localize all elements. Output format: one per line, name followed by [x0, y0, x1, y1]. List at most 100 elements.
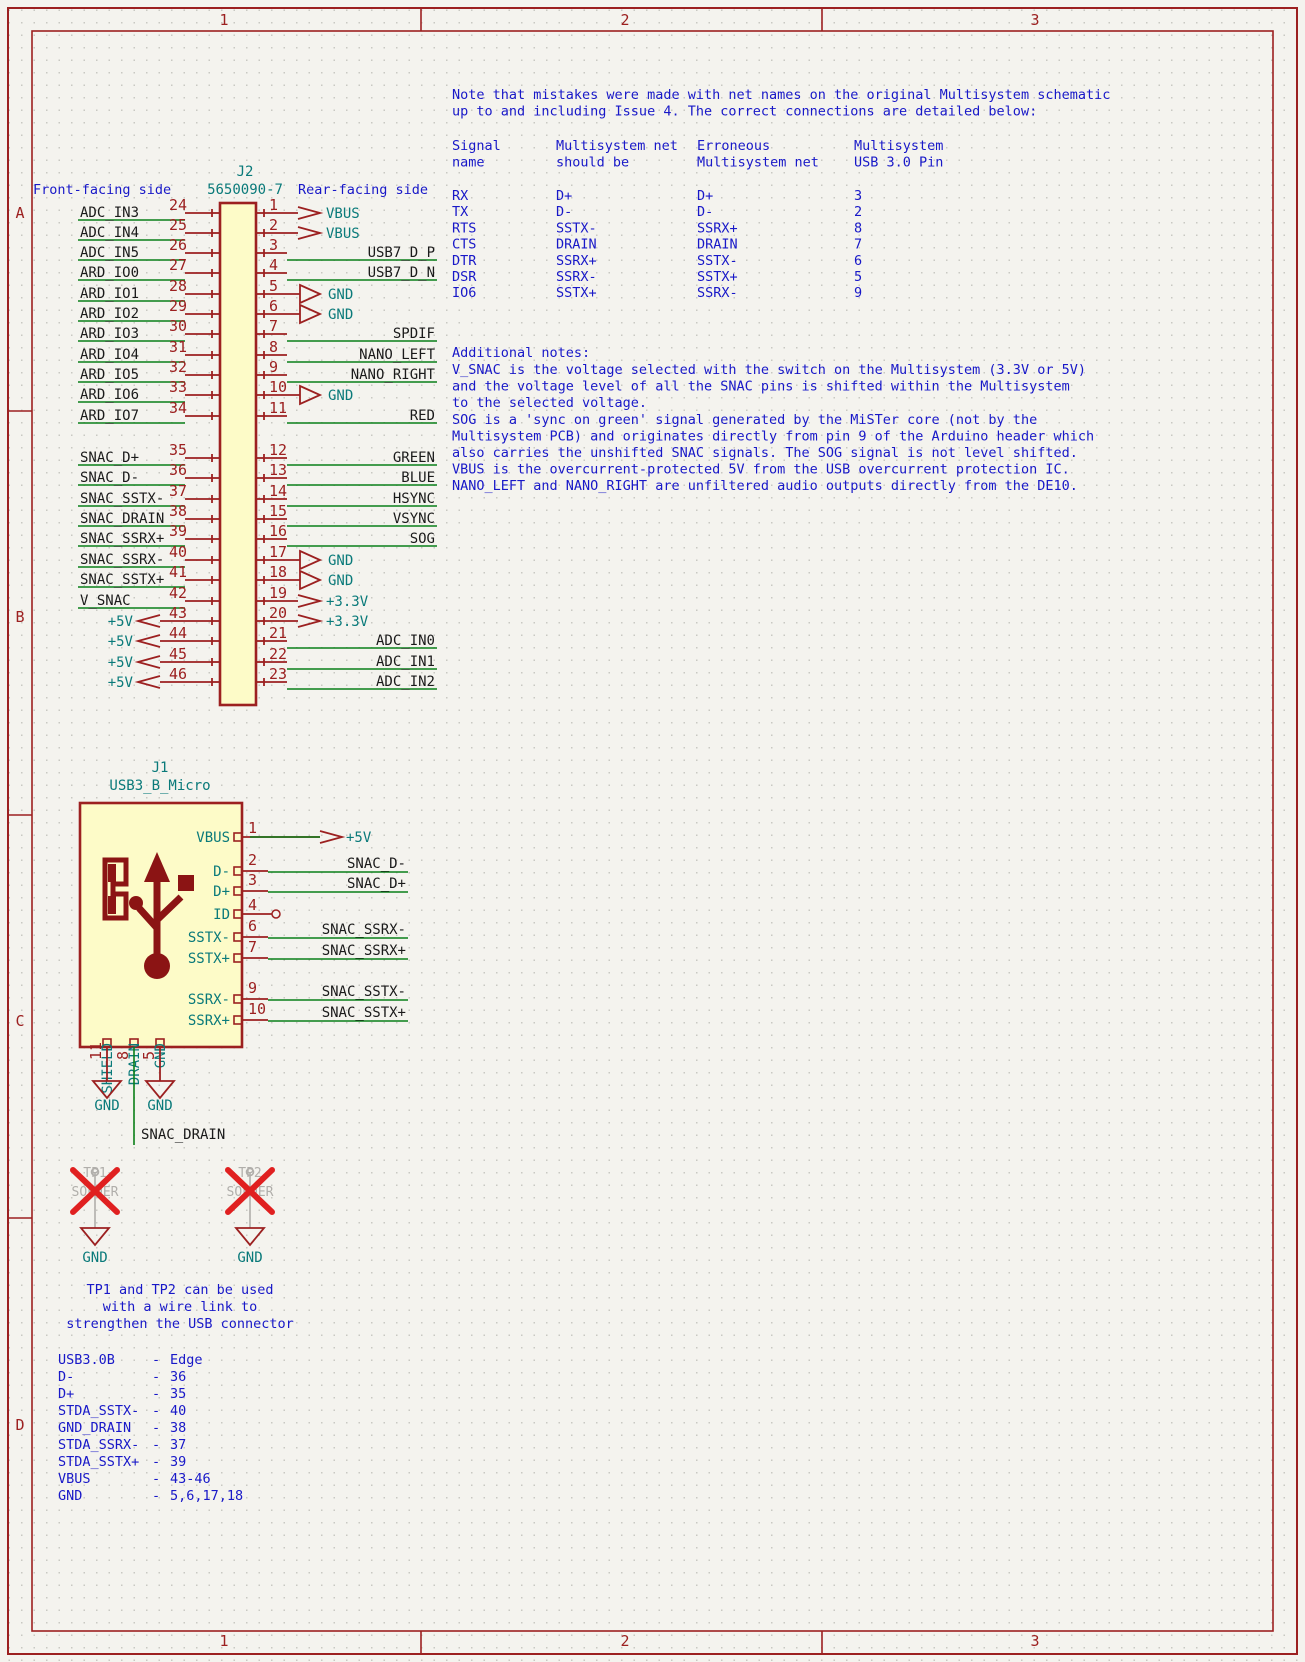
- svg-text:GND: GND: [328, 573, 353, 589]
- svg-text:NANO_RIGHT: NANO_RIGHT: [351, 367, 436, 383]
- svg-text:Edge: Edge: [170, 1352, 203, 1368]
- svg-text:SSRX+: SSRX+: [556, 253, 597, 269]
- svg-text:ADC_IN4: ADC_IN4: [80, 225, 139, 241]
- svg-text:VBUS: VBUS: [326, 226, 360, 242]
- svg-text:D+: D+: [58, 1386, 74, 1402]
- svg-text:GND: GND: [94, 1098, 119, 1114]
- svg-text:D-: D-: [697, 204, 713, 220]
- svg-text:SNAC_SSTX+: SNAC_SSTX+: [80, 572, 164, 588]
- svg-text:SOG is a 'sync on green' signa: SOG is a 'sync on green' signal generate…: [452, 412, 1037, 428]
- component-j1[interactable]: J1 USB3_B_Micro VBUS +5V 1 D- SNAC_D- 2 D+ SNAC…: [78, 760, 408, 1145]
- svg-text:Erroneous: Erroneous: [697, 138, 770, 154]
- svg-text:+3.3V: +3.3V: [326, 614, 369, 630]
- svg-text:SSTX-: SSTX-: [188, 930, 230, 946]
- svg-text:28: 28: [169, 277, 187, 295]
- svg-text:ARD_IO3: ARD_IO3: [80, 326, 139, 342]
- svg-text:Note that mistakes were made w: Note that mistakes were made with net na…: [452, 87, 1110, 103]
- j2-left-header: Front-facing side: [33, 182, 171, 198]
- svg-text:-: -: [152, 1420, 160, 1436]
- svg-text:name: name: [452, 155, 485, 171]
- svg-text:SSTX-: SSTX-: [556, 220, 597, 236]
- svg-text:ID: ID: [213, 907, 230, 923]
- svg-text:-: -: [152, 1437, 160, 1453]
- svg-text:ADC_IN2: ADC_IN2: [376, 674, 435, 690]
- svg-text:SNAC_SSRX-: SNAC_SSRX-: [322, 922, 406, 938]
- svg-text:10: 10: [248, 1000, 266, 1018]
- j2-body: [218, 201, 258, 707]
- component-j2[interactable]: J2 5650090-7 Front-facing side Rear-faci…: [33, 164, 437, 707]
- svg-text:IO6: IO6: [452, 285, 476, 301]
- svg-text:ARD_IO6: ARD_IO6: [80, 387, 139, 403]
- svg-text:D+: D+: [697, 188, 713, 204]
- svg-text:38: 38: [170, 1420, 186, 1436]
- svg-text:GND: GND: [147, 1098, 172, 1114]
- svg-text:SSTX-: SSTX-: [697, 253, 738, 269]
- svg-text:2: 2: [248, 851, 257, 869]
- svg-text:Multisystem net: Multisystem net: [697, 155, 819, 171]
- svg-text:24: 24: [169, 196, 187, 214]
- svg-text:Signal: Signal: [452, 138, 501, 154]
- svg-text:GND: GND: [237, 1250, 262, 1266]
- svg-text:19: 19: [269, 584, 287, 602]
- svg-text:43: 43: [169, 604, 187, 622]
- svg-text:27: 27: [169, 256, 187, 274]
- zone-bottom-1: 1: [219, 1632, 228, 1650]
- svg-text:with a wire link to: with a wire link to: [103, 1299, 257, 1315]
- sheet-zone-labels-left: A B C D: [15, 204, 24, 1434]
- svg-text:VBUS: VBUS: [58, 1471, 91, 1487]
- svg-text:VBUS: VBUS: [326, 206, 360, 222]
- svg-text:TP1 and TP2 can be used: TP1 and TP2 can be used: [87, 1282, 274, 1298]
- svg-text:SSRX-: SSRX-: [188, 992, 230, 1008]
- svg-text:16: 16: [269, 522, 287, 540]
- svg-text:RX: RX: [452, 188, 468, 204]
- svg-text:4: 4: [269, 256, 278, 274]
- zone-left-b: B: [15, 608, 24, 626]
- svg-text:2: 2: [854, 204, 862, 220]
- test-point-group[interactable]: TP1SOLDERGNDTP2SOLDERGND: [70, 1166, 275, 1266]
- svg-text:33: 33: [169, 378, 187, 396]
- svg-text:1: 1: [248, 819, 257, 837]
- svg-text:RED: RED: [410, 408, 435, 424]
- zone-bottom-3: 3: [1030, 1632, 1039, 1650]
- svg-text:-: -: [152, 1471, 160, 1487]
- note-additional: Additional notes:V_SNAC is the voltage s…: [452, 345, 1094, 494]
- sheet-zone-labels-top: 1 2 3: [219, 11, 1039, 29]
- svg-text:V_SNAC is the voltage selected: V_SNAC is the voltage selected with the …: [452, 362, 1086, 378]
- svg-text:also carries the unshifted SNA: also carries the unshifted SNAC signals.…: [452, 445, 1078, 461]
- j2-reference: J2: [237, 164, 254, 180]
- svg-text:D-: D-: [213, 864, 230, 880]
- svg-text:up to and including Issue 4. T: up to and including Issue 4. The correct…: [452, 104, 1037, 120]
- svg-text:GND: GND: [328, 388, 353, 404]
- svg-text:SNAC_SSRX-: SNAC_SSRX-: [80, 552, 164, 568]
- svg-text:11: 11: [87, 1042, 105, 1060]
- svg-text:40: 40: [170, 1403, 186, 1419]
- note-usb3-pin-mapping: USB3.0B - EdgeD- -36D+ -35STDA_SSTX- -40GND_D…: [58, 1352, 243, 1504]
- svg-text:SNAC_DRAIN: SNAC_DRAIN: [80, 511, 164, 527]
- svg-text:GND: GND: [328, 287, 353, 303]
- svg-text:GND: GND: [82, 1250, 107, 1266]
- svg-text:26: 26: [169, 236, 187, 254]
- svg-text:38: 38: [169, 502, 187, 520]
- svg-text:SSRX-: SSRX-: [556, 269, 597, 285]
- svg-text:GREEN: GREEN: [393, 450, 435, 466]
- svg-text:43-46: 43-46: [170, 1471, 211, 1487]
- svg-text:9: 9: [854, 285, 862, 301]
- svg-text:34: 34: [169, 399, 187, 417]
- svg-text:40: 40: [169, 543, 187, 561]
- zone-bottom-2: 2: [620, 1632, 629, 1650]
- svg-text:SSRX-: SSRX-: [697, 285, 738, 301]
- svg-text:41: 41: [169, 563, 187, 581]
- svg-text:STDA_SSTX+: STDA_SSTX+: [58, 1454, 139, 1470]
- svg-text:14: 14: [269, 482, 287, 500]
- svg-text:USB3.0B: USB3.0B: [58, 1352, 115, 1368]
- svg-text:35: 35: [169, 441, 187, 459]
- schematic-canvas: 1 2 3 1 2 3 A B C D J2 5650090-7 Front-f…: [7, 7, 1298, 1655]
- svg-text:20: 20: [269, 604, 287, 622]
- svg-text:32: 32: [169, 358, 187, 376]
- svg-text:SSRX+: SSRX+: [697, 220, 738, 236]
- svg-text:VBUS: VBUS: [196, 830, 230, 846]
- note-net-name-errata: Note that mistakes were made with net na…: [452, 87, 1110, 301]
- svg-text:1: 1: [269, 196, 278, 214]
- svg-text:GND: GND: [58, 1488, 82, 1504]
- svg-text:SNAC_SSTX+: SNAC_SSTX+: [322, 1005, 406, 1021]
